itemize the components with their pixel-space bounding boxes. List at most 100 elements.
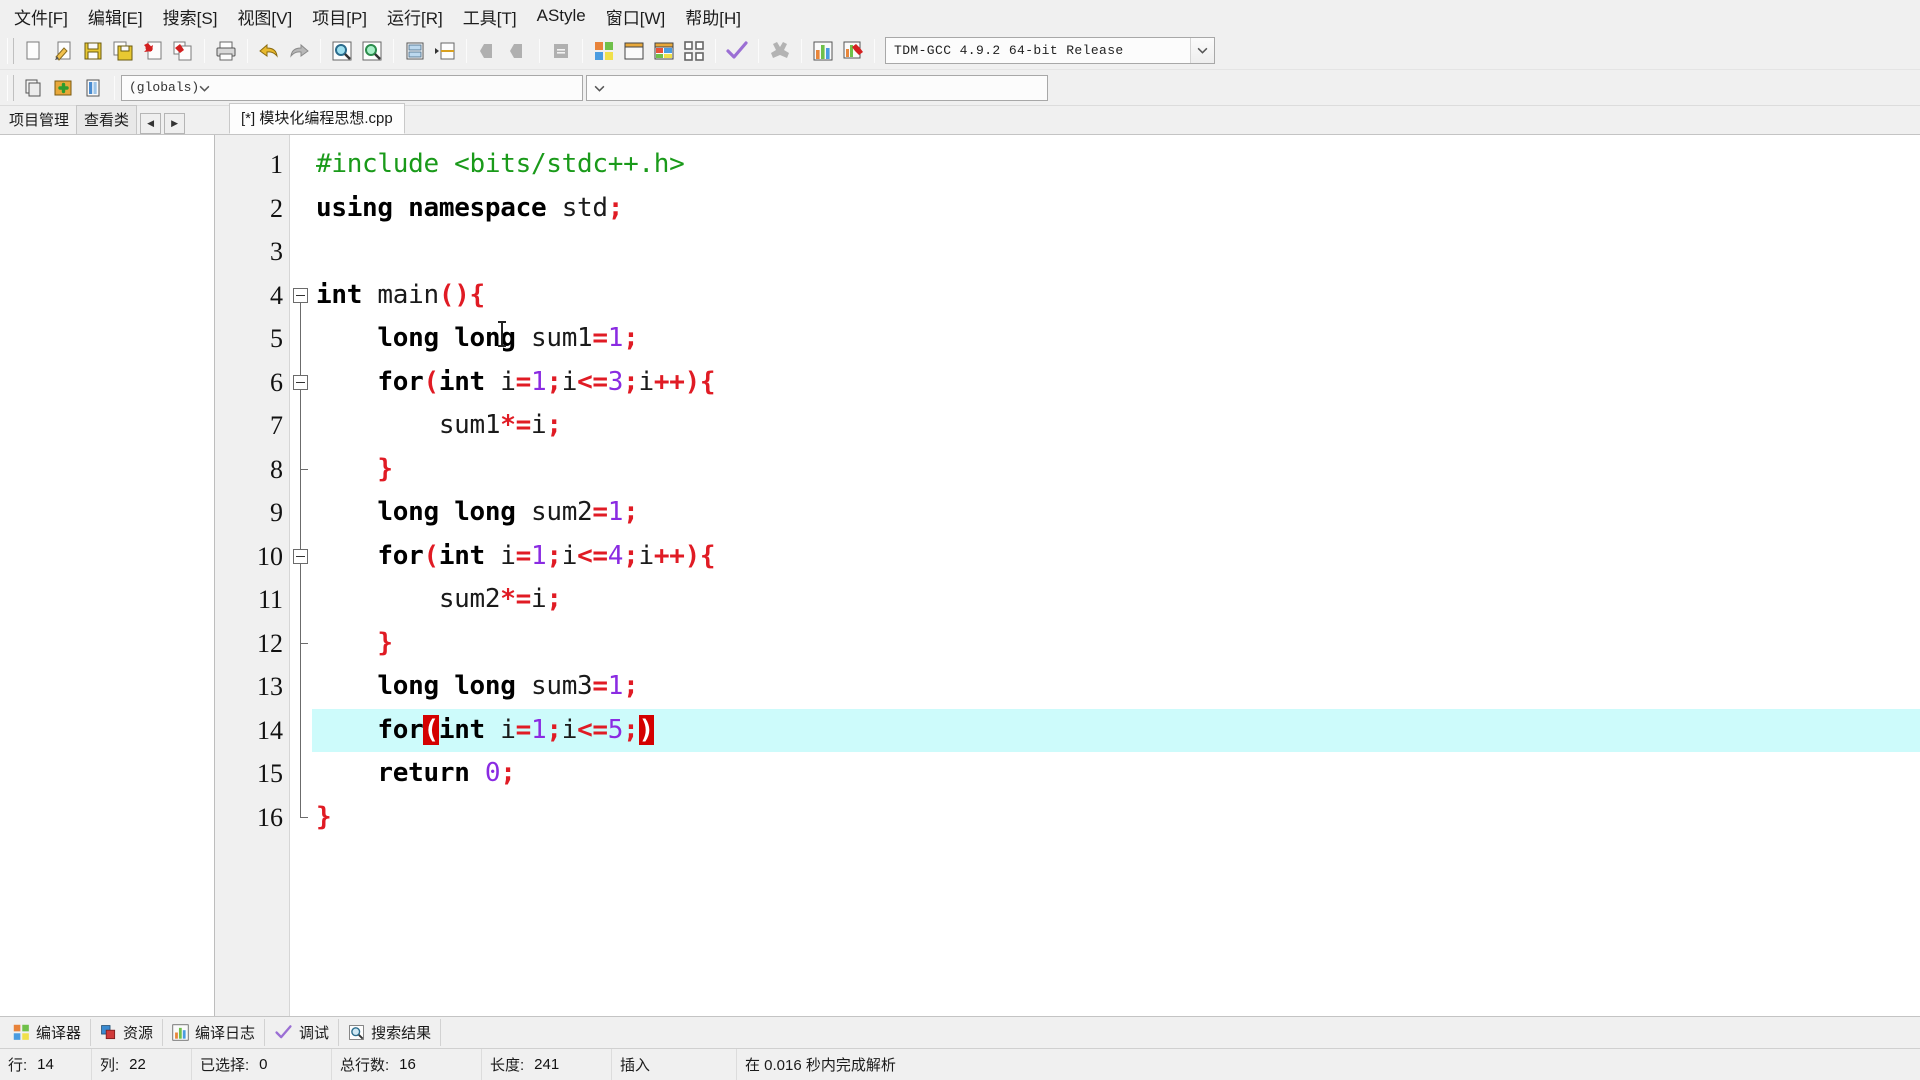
code-line[interactable]: long long sum3=1; (312, 665, 1920, 709)
status-parse-message-text: 在 0.016 秒内完成解析 (745, 1057, 896, 1074)
status-selected-label: 已选择: (200, 1057, 250, 1074)
align-icon[interactable] (546, 36, 576, 66)
save-icon[interactable] (78, 36, 108, 66)
code-line[interactable]: sum2*=i; (312, 578, 1920, 622)
tab-strip: 项目管理 查看类 ◀ ▶ [*] 模块化编程思想.cpp (0, 103, 1920, 134)
indent-icon[interactable] (430, 36, 460, 66)
chevron-down-icon[interactable] (199, 79, 210, 97)
bottom-tab-compiler[interactable]: 编译器 (4, 1019, 92, 1046)
goto-line-icon[interactable] (400, 36, 430, 66)
back-icon[interactable] (473, 36, 503, 66)
run-icon[interactable] (619, 36, 649, 66)
bottom-tab-find-results[interactable]: 搜索结果 (339, 1019, 442, 1046)
code-line[interactable]: long long sum1=1; (312, 317, 1920, 361)
bottom-tab-compile-log[interactable]: 编译日志 (163, 1019, 266, 1046)
chevron-down-icon[interactable] (1190, 38, 1214, 63)
menu-help[interactable]: 帮助[H] (675, 1, 751, 32)
code-line[interactable] (312, 230, 1920, 274)
open-file-icon[interactable] (48, 36, 78, 66)
redo-icon[interactable] (284, 36, 314, 66)
menu-window[interactable]: 窗口[W] (596, 1, 676, 32)
browse-icon[interactable] (78, 73, 108, 103)
toolbar-separator (466, 38, 467, 63)
menu-edit[interactable]: 编辑[E] (78, 1, 153, 32)
code-editor[interactable]: 1 2 3 4 5 6 7 8 9 10 11 12 13 14 15 16 #include <bits/s… (215, 135, 1920, 1016)
code-line[interactable]: using namespace std; (312, 187, 1920, 231)
forward-icon[interactable] (503, 36, 533, 66)
code-line[interactable]: sum1*=i; (312, 404, 1920, 448)
undo-icon[interactable] (254, 36, 284, 66)
menu-view[interactable]: 视图[V] (227, 1, 302, 32)
fold-toggle-icon[interactable] (293, 374, 308, 390)
find-icon[interactable] (327, 36, 357, 66)
editor-document-tab[interactable]: [*] 模块化编程思想.cpp (229, 103, 405, 134)
tab-scroll-left-button[interactable]: ◀ (140, 113, 162, 134)
compile-icon[interactable] (589, 36, 619, 66)
close-file-icon[interactable] (138, 36, 168, 66)
code-line[interactable]: for(int i=1;i<=3;i++){ (312, 361, 1920, 405)
status-total-lines-label: 总行数: (340, 1057, 390, 1074)
code-line[interactable]: for(int i=1;i<=4;i++){ (312, 535, 1920, 579)
save-all-icon[interactable] (108, 36, 138, 66)
line-number: 16 (257, 802, 283, 832)
code-line-active[interactable]: for(int i=1;i<=5;) (312, 708, 1920, 752)
menu-project[interactable]: 项目[P] (302, 1, 377, 32)
code-line[interactable]: #include <bits/stdc++.h> (312, 143, 1920, 187)
fold-column[interactable] (290, 135, 312, 1016)
fold-toggle-icon[interactable] (293, 287, 308, 303)
new-class-icon[interactable] (18, 73, 48, 103)
resources-icon (100, 1024, 117, 1041)
print-icon[interactable] (211, 36, 241, 66)
compile-run-icon[interactable] (649, 36, 679, 66)
code-text-area[interactable]: #include <bits/stdc++.h> using namespace … (312, 135, 1920, 1016)
menu-tools[interactable]: 工具[T] (453, 1, 527, 32)
tab-scroll-right-button[interactable]: ▶ (164, 113, 186, 134)
status-length-label: 长度: (490, 1057, 525, 1074)
bottom-tab-find-results-label: 搜索结果 (371, 1025, 432, 1042)
line-number: 12 (257, 628, 283, 658)
toolbar-separator (801, 38, 802, 63)
fold-toggle-icon[interactable] (293, 548, 308, 564)
code-line[interactable]: long long sum2=1; (312, 491, 1920, 535)
compiler-select[interactable]: TDM-GCC 4.9.2 64-bit Release (885, 37, 1215, 64)
code-line[interactable]: } (312, 796, 1920, 840)
syntax-check-icon[interactable] (722, 36, 752, 66)
tab-project-manager[interactable]: 项目管理 (2, 106, 77, 134)
code-line[interactable]: } (312, 622, 1920, 666)
bottom-tab-resources[interactable]: 资源 (91, 1019, 164, 1046)
status-row-label: 行: (8, 1057, 28, 1074)
toolbar-grip[interactable] (7, 37, 14, 64)
bottom-tab-debug[interactable]: 调试 (265, 1019, 340, 1046)
toolbar-separator (715, 38, 716, 63)
new-file-icon[interactable] (18, 36, 48, 66)
menu-astyle[interactable]: AStyle (527, 3, 596, 29)
toolbar2-grip[interactable] (7, 74, 14, 101)
profile-icon[interactable] (808, 36, 838, 66)
scope-select[interactable]: (globals) (121, 74, 583, 101)
member-select[interactable] (586, 74, 1048, 101)
delete-profile-icon[interactable] (838, 36, 868, 66)
menu-search[interactable]: 搜索[S] (153, 1, 228, 32)
menu-bar: 文件[F] 编辑[E] 搜索[S] 视图[V] 项目[P] 运行[R] 工具[T] AStyl… (0, 0, 1920, 32)
menu-run[interactable]: 运行[R] (377, 1, 453, 32)
rebuild-icon[interactable] (679, 36, 709, 66)
find-results-icon (348, 1024, 365, 1041)
find-next-icon[interactable] (357, 36, 387, 66)
status-col-value: 22 (129, 1056, 146, 1073)
line-number: 3 (270, 237, 283, 266)
tab-class-browser[interactable]: 查看类 (76, 105, 138, 134)
line-number: 6 (270, 367, 283, 397)
code-line[interactable]: int main(){ (312, 274, 1920, 318)
stop-icon[interactable] (765, 36, 795, 66)
project-manager-panel[interactable] (0, 135, 215, 1016)
status-insert-mode[interactable]: 插入 (612, 1049, 737, 1080)
code-line[interactable]: } (312, 448, 1920, 492)
line-number: 7 (270, 411, 283, 440)
line-number: 8 (270, 454, 283, 484)
add-member-icon[interactable] (48, 73, 78, 103)
status-total-lines-value: 16 (399, 1056, 416, 1073)
menu-file[interactable]: 文件[F] (4, 1, 78, 32)
code-line[interactable]: return 0; (312, 752, 1920, 796)
chevron-down-icon[interactable] (594, 79, 605, 97)
close-all-icon[interactable] (168, 36, 198, 66)
